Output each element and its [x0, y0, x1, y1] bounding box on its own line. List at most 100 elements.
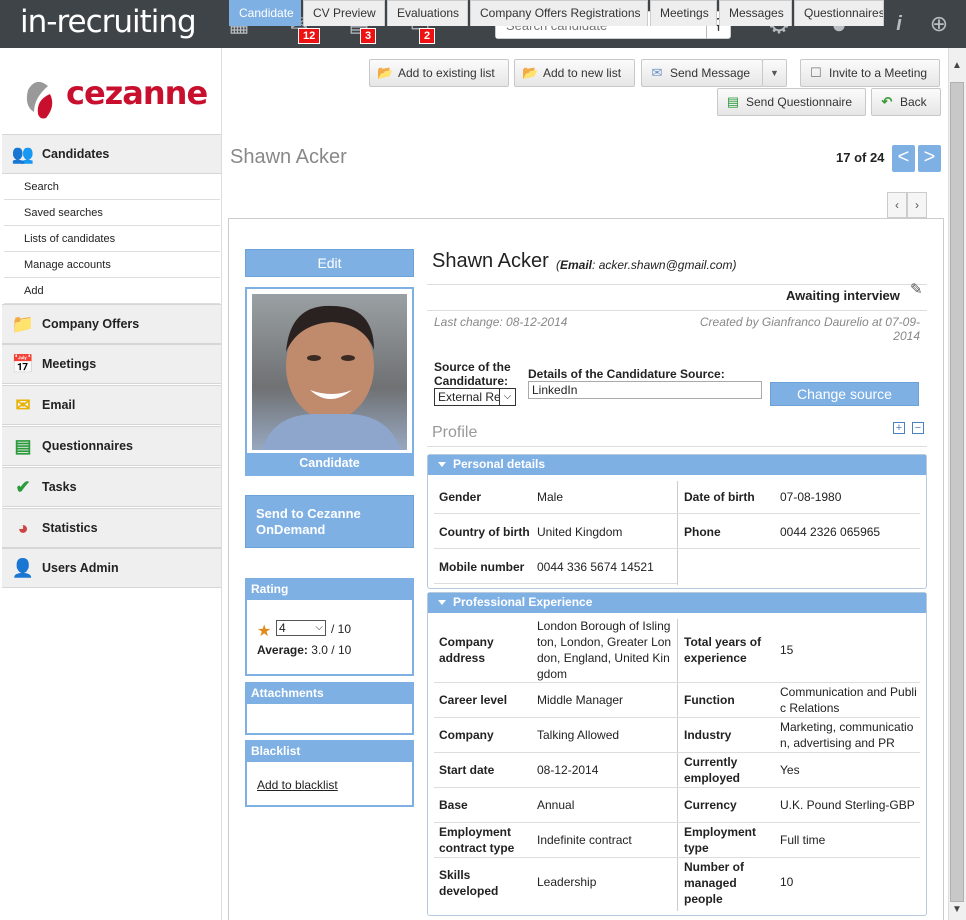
last-change: Last change: 08-12-2014	[434, 315, 568, 329]
pencil-icon[interactable]: ✎	[910, 280, 923, 298]
sidebar-item-tasks[interactable]: ✔ Tasks	[2, 467, 221, 507]
app-brand[interactable]: in-recruiting	[20, 4, 197, 40]
sidebar-item-questionnaires[interactable]: ▤ Questionnaires	[2, 426, 221, 466]
button-label: Back	[900, 95, 927, 109]
attachments-panel: Attachments	[245, 682, 414, 735]
send-questionnaire-button[interactable]: ▤ Send Questionnaire	[717, 88, 866, 116]
field-label: Gender	[439, 490, 482, 504]
window-scrollbar[interactable]: ▲ ▼	[948, 48, 966, 920]
blacklist-title: Blacklist	[247, 742, 412, 762]
tab-questionnaires[interactable]: Questionnaires	[794, 0, 884, 26]
sidebar-sub-add[interactable]: Add	[4, 278, 220, 304]
send-to-ondemand-button[interactable]: Send to Cezanne OnDemand	[245, 495, 414, 548]
calendar-badge: 3	[360, 28, 377, 44]
field-value: 0044 2326 065965	[780, 525, 881, 539]
scroll-down-icon[interactable]: ▼	[952, 904, 962, 915]
candidate-photo	[252, 294, 407, 450]
sidebar-sub-saved-searches[interactable]: Saved searches	[4, 200, 220, 226]
sidebar-sub-lists[interactable]: Lists of candidates	[4, 226, 220, 252]
field-label: Date of birth	[684, 490, 755, 504]
tabs-scroll-left[interactable]: ‹	[887, 192, 907, 218]
field-label: Number of managed people	[684, 860, 744, 906]
tab-company-offers-registrations[interactable]: Company Offers Registrations	[470, 0, 648, 26]
field-label: Base	[439, 798, 468, 812]
sidebar-item-meetings[interactable]: 📅 Meetings	[2, 344, 221, 384]
field-value: Middle Manager	[537, 693, 624, 707]
rating-select[interactable]: 4 ⌵	[276, 620, 326, 636]
row-divider	[434, 752, 920, 753]
divider	[427, 446, 927, 447]
field-value: London Borough of Islington, London, Gre…	[537, 619, 672, 681]
sidebar-item-candidates[interactable]: 👥 Candidates	[2, 134, 221, 174]
field-label: Phone	[684, 525, 721, 539]
scroll-thumb[interactable]	[950, 82, 964, 902]
cezanne-logo-text: cezanne	[66, 74, 208, 112]
sidebar-sub-search[interactable]: Search	[4, 174, 220, 200]
professional-experience-header[interactable]: Professional Experience	[428, 593, 926, 613]
source-select[interactable]: External Re ⌵	[434, 388, 516, 406]
change-source-button[interactable]: Change source	[770, 382, 919, 406]
add-to-new-list-button[interactable]: 📂 Add to new list	[514, 59, 635, 87]
tabs-scroll-right[interactable]: ›	[907, 192, 927, 218]
field-label: Currently employed	[684, 755, 741, 785]
send-message-dropdown[interactable]: ▼	[762, 59, 787, 87]
rating-panel: Rating ★ 4 ⌵ / 10 Average: 3.0 / 10	[245, 578, 414, 676]
field-label: Mobile number	[439, 560, 525, 574]
scroll-up-icon[interactable]: ▲	[952, 60, 962, 71]
collapse-all-icon[interactable]: −	[912, 422, 924, 434]
sidebar-item-label: Company Offers	[42, 317, 140, 331]
edit-button[interactable]: Edit	[245, 249, 414, 277]
sidebar-item-company-offers[interactable]: 📁 Company Offers	[2, 304, 221, 344]
sidebar-item-email[interactable]: ✉ Email	[2, 385, 221, 425]
tasks-badge: 2	[419, 28, 436, 44]
next-record-button[interactable]: >	[918, 145, 941, 172]
calendar-invite-icon: ☐	[810, 65, 822, 80]
cezanne-logo: cezanne	[16, 68, 216, 128]
tab-cv-preview[interactable]: CV Preview	[303, 0, 385, 26]
tab-candidate[interactable]: Candidate	[229, 0, 301, 26]
send-message-button[interactable]: ✉ Send Message	[641, 59, 763, 87]
personal-details-header[interactable]: Personal details	[428, 455, 926, 475]
row-divider	[434, 787, 920, 788]
rating-average: Average: 3.0 / 10	[257, 643, 351, 657]
field-value: Full time	[780, 833, 826, 847]
rating-outof: / 10	[331, 622, 352, 636]
button-label: Send Questionnaire	[746, 95, 853, 109]
attachments-title: Attachments	[247, 684, 412, 704]
add-to-blacklist-link[interactable]: Add to blacklist	[257, 778, 338, 792]
star-icon: ★	[257, 623, 272, 640]
professional-experience-section: Professional Experience Company address …	[427, 592, 927, 916]
tab-messages[interactable]: Messages	[719, 0, 792, 26]
sidebar-item-statistics[interactable]: ◕ Statistics	[2, 508, 221, 548]
row-divider	[434, 822, 920, 823]
expand-all-icon[interactable]: +	[893, 422, 905, 434]
button-label: Add to existing list	[398, 66, 495, 80]
tab-meetings[interactable]: Meetings	[650, 0, 717, 26]
field-value: U.K. Pound Sterling-GBP	[780, 798, 915, 812]
sidebar-sub-manage-accounts[interactable]: Manage accounts	[4, 252, 220, 278]
envelope-icon: ✉	[15, 395, 31, 415]
field-value: 10	[780, 875, 794, 889]
folder-icon: 📁	[11, 314, 35, 334]
field-label: Skills developed	[439, 868, 499, 898]
field-value: Annual	[537, 798, 575, 812]
previous-record-button[interactable]: <	[892, 145, 915, 172]
field-value: 15	[780, 643, 794, 657]
field-label: Industry	[684, 728, 732, 742]
tab-evaluations[interactable]: Evaluations	[387, 0, 468, 26]
back-button[interactable]: ↶ Back	[871, 88, 941, 116]
sidebar-item-label: Tasks	[42, 480, 77, 494]
invite-to-meeting-button[interactable]: ☐ Invite to a Meeting	[800, 59, 940, 87]
blacklist-panel: Blacklist Add to blacklist	[245, 740, 414, 807]
candidate-name: Shawn Acker	[432, 250, 549, 272]
info-icon[interactable]: i	[885, 10, 913, 38]
add-to-existing-list-button[interactable]: 📂 Add to existing list	[369, 59, 509, 87]
sidebar-item-users-admin[interactable]: 👤 Users Admin	[2, 548, 221, 588]
sidebar-item-label: Meetings	[42, 357, 97, 371]
globe-icon[interactable]: ⊕	[925, 10, 953, 38]
field-value: United Kingdom	[537, 525, 623, 539]
sidebar-item-label: Email	[42, 398, 76, 412]
field-label: Company	[439, 728, 494, 742]
field-label: Total years of experience	[684, 635, 762, 665]
source-details-field[interactable]: LinkedIn	[528, 381, 762, 399]
